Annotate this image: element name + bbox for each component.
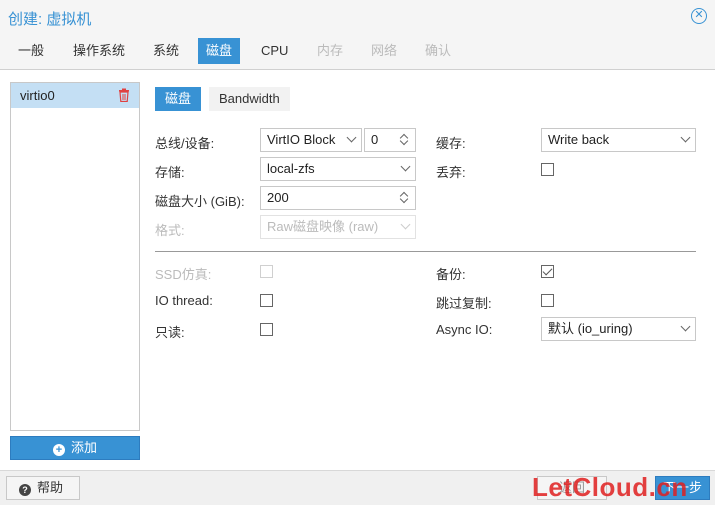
async-io-value: 默认 (io_uring) xyxy=(548,321,633,336)
close-icon[interactable]: ✕ xyxy=(691,8,707,24)
chevron-down-icon xyxy=(400,161,411,172)
ssd-checkbox xyxy=(260,265,273,278)
tab-os[interactable]: 操作系统 xyxy=(65,38,133,64)
storage-label: 存储: xyxy=(155,165,185,180)
format-select: Raw磁盘映像 (raw) xyxy=(260,215,416,239)
help-button-label: 帮助 xyxy=(37,480,64,495)
add-disk-button[interactable]: + 添加 xyxy=(10,436,140,460)
tab-system[interactable]: 系统 xyxy=(145,38,187,64)
discard-label: 丢弃: xyxy=(436,165,466,180)
skip-replication-checkbox[interactable] xyxy=(541,294,554,307)
watermark: LetCloud.cn xyxy=(532,472,688,502)
trash-icon[interactable] xyxy=(118,88,130,102)
window-title: 创建: 虚拟机 xyxy=(8,11,92,28)
device-index-value: 0 xyxy=(371,132,379,147)
ssd-label: SSD仿真: xyxy=(155,267,212,282)
tab-disk[interactable]: 磁盘 xyxy=(198,38,241,64)
disk-list: virtio0 xyxy=(10,82,140,431)
chevron-down-icon xyxy=(400,219,411,230)
tab-memory: 内存 xyxy=(317,43,344,58)
tab-network: 网络 xyxy=(371,43,398,58)
section-divider xyxy=(155,251,696,252)
storage-select[interactable]: local-zfs xyxy=(260,157,416,181)
bus-select-value: VirtIO Block xyxy=(267,132,336,147)
chevron-down-icon xyxy=(680,132,691,143)
cache-label: 缓存: xyxy=(436,136,466,151)
disk-size-label: 磁盘大小 (GiB): xyxy=(155,194,245,209)
spinner-icon[interactable] xyxy=(399,190,409,206)
disk-size-value: 200 xyxy=(267,190,289,205)
device-index-stepper[interactable]: 0 xyxy=(364,128,416,152)
chevron-down-icon xyxy=(346,132,357,143)
tab-cpu[interactable]: CPU xyxy=(253,38,296,64)
backup-label: 备份: xyxy=(436,267,466,282)
help-icon: ? xyxy=(19,484,31,496)
subtab-bandwidth[interactable]: Bandwidth xyxy=(209,87,290,111)
bus-device-label: 总线/设备: xyxy=(155,136,215,151)
subtab-disk[interactable]: 磁盘 xyxy=(155,87,202,111)
cache-select[interactable]: Write back xyxy=(541,128,696,152)
disk-list-item[interactable]: virtio0 xyxy=(11,83,139,108)
async-io-label: Async IO: xyxy=(436,322,493,337)
spinner-icon[interactable] xyxy=(399,132,409,148)
storage-value: local-zfs xyxy=(267,161,315,176)
backup-checkbox[interactable] xyxy=(541,265,554,278)
cache-value: Write back xyxy=(548,132,610,147)
disk-size-stepper[interactable]: 200 xyxy=(260,186,416,210)
async-io-select[interactable]: 默认 (io_uring) xyxy=(541,317,696,341)
io-thread-checkbox[interactable] xyxy=(260,294,273,307)
add-button-label: 添加 xyxy=(70,440,97,455)
bus-select[interactable]: VirtIO Block xyxy=(260,128,362,152)
disk-item-label: virtio0 xyxy=(20,88,55,103)
main-panel: virtio0 + 添加 磁盘 Bandwidth 总线/设备: VirtIO B… xyxy=(0,70,715,470)
help-button[interactable]: ? 帮助 xyxy=(6,476,80,500)
tab-confirm: 确认 xyxy=(425,43,452,58)
skip-replication-label: 跳过复制: xyxy=(436,296,492,311)
format-value: Raw磁盘映像 (raw) xyxy=(267,219,379,234)
read-only-label: 只读: xyxy=(155,325,185,340)
window-titlebar: 创建: 虚拟机 ✕ xyxy=(0,0,715,34)
tab-general[interactable]: 一般 xyxy=(10,38,52,64)
chevron-down-icon xyxy=(680,321,691,332)
io-thread-label: IO thread: xyxy=(155,293,213,308)
discard-checkbox[interactable] xyxy=(541,163,554,176)
read-only-checkbox[interactable] xyxy=(260,323,273,336)
format-label: 格式: xyxy=(155,223,185,238)
plus-icon: + xyxy=(52,444,65,456)
